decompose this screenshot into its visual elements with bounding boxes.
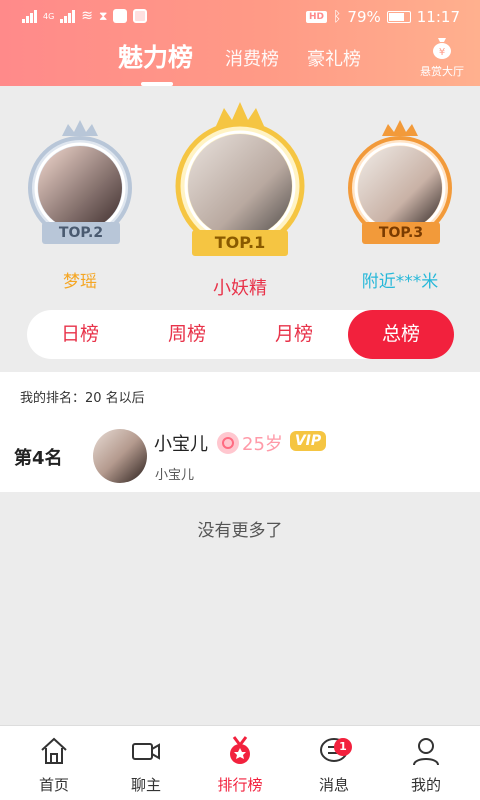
rank-ribbon-1: TOP.1	[192, 230, 288, 256]
rank-ribbon-3: TOP.3	[362, 222, 440, 244]
nav-home[interactable]: 首页	[6, 726, 102, 800]
top-three-podium: TOP.2 梦瑶 TOP.1 小妖精 TOP.3 附近***米	[0, 86, 480, 304]
wifi-icon: ≋	[81, 8, 94, 24]
nav-ranking[interactable]: 排行榜	[192, 726, 288, 800]
nav-ranking-label: 排行榜	[217, 776, 263, 794]
unread-badge: 1	[334, 738, 352, 756]
bottom-nav: 首页 聊主 排行榜 1 消息 我的	[0, 725, 480, 800]
medal-icon	[230, 736, 250, 764]
status-bar: 4G ≋ ⧗ HD ᛒ 79% 11:17	[0, 0, 480, 34]
bluetooth-icon: ᛒ	[333, 9, 342, 25]
nav-hosts[interactable]: 聊主	[98, 726, 194, 800]
signal-icon-2	[60, 9, 76, 23]
podium-rank-3[interactable]: TOP.3 附近***米	[340, 114, 460, 294]
header: 4G ≋ ⧗ HD ᛒ 79% 11:17 魅力榜 消费榜 豪礼榜 ¥ 悬赏大厅	[0, 0, 480, 86]
hd-icon: HD	[306, 11, 328, 23]
crown-icon	[382, 120, 418, 136]
vip-badge: VIP	[290, 431, 326, 451]
clock: 11:17	[416, 8, 460, 26]
nav-home-label: 首页	[38, 776, 69, 794]
podium-rank-2[interactable]: TOP.2 梦瑶	[20, 114, 140, 294]
nav-profile-label: 我的	[410, 776, 441, 794]
avatar[interactable]	[93, 429, 147, 483]
home-icon	[41, 737, 67, 764]
video-icon	[132, 743, 160, 760]
podium-rank-1[interactable]: TOP.1 小妖精	[170, 96, 310, 302]
svg-text:¥: ¥	[439, 47, 445, 58]
female-icon	[217, 432, 239, 454]
tab-consumption[interactable]: 消费榜	[225, 45, 279, 71]
user-name: 小宝儿	[154, 434, 208, 455]
no-more-text: 没有更多了	[197, 521, 283, 541]
rank-ribbon-2: TOP.2	[42, 222, 120, 244]
nav-profile[interactable]: 我的	[378, 726, 474, 800]
list-item[interactable]: 第4名 小宝儿 25岁 VIP 小宝儿	[0, 418, 480, 492]
app-notification-icon-2	[133, 9, 148, 23]
tab-daily[interactable]: 日榜	[27, 310, 133, 359]
hourglass-icon: ⧗	[99, 8, 108, 23]
signal-icon	[22, 9, 37, 23]
nav-hosts-label: 聊主	[130, 776, 161, 794]
podium-name-2: 梦瑶	[63, 272, 97, 292]
reward-hall-label: 悬赏大厅	[420, 65, 464, 78]
reward-hall-button[interactable]: ¥ 悬赏大厅	[412, 36, 472, 79]
network-type: 4G	[43, 11, 55, 21]
profile-icon	[413, 738, 439, 766]
tab-charm[interactable]: 魅力榜	[118, 38, 193, 74]
ranking-tabs: 魅力榜 消费榜 豪礼榜 ¥ 悬赏大厅	[0, 36, 480, 86]
battery-percent: 79%	[347, 8, 381, 26]
tab-gifts[interactable]: 豪礼榜	[307, 45, 361, 71]
my-rank-text: 我的排名：20 名以后	[0, 372, 480, 418]
period-selector: 日榜 周榜 月榜 总榜	[27, 310, 454, 359]
tab-total[interactable]: 总榜	[348, 310, 454, 359]
rank-number: 第4名	[14, 448, 63, 469]
user-age: 25岁	[242, 434, 283, 455]
battery-icon	[386, 11, 411, 23]
podium-name-1: 小妖精	[213, 278, 267, 299]
app-notification-icon	[113, 9, 128, 23]
podium-name-3: 附近***米	[361, 272, 439, 292]
nav-messages[interactable]: 1 消息	[286, 726, 382, 800]
tab-monthly[interactable]: 月榜	[241, 310, 347, 359]
user-subtitle: 小宝儿	[155, 468, 195, 483]
crown-icon	[62, 120, 98, 136]
tab-weekly[interactable]: 周榜	[134, 310, 240, 359]
money-bag-icon: ¥	[433, 38, 451, 59]
nav-messages-label: 消息	[318, 776, 349, 794]
